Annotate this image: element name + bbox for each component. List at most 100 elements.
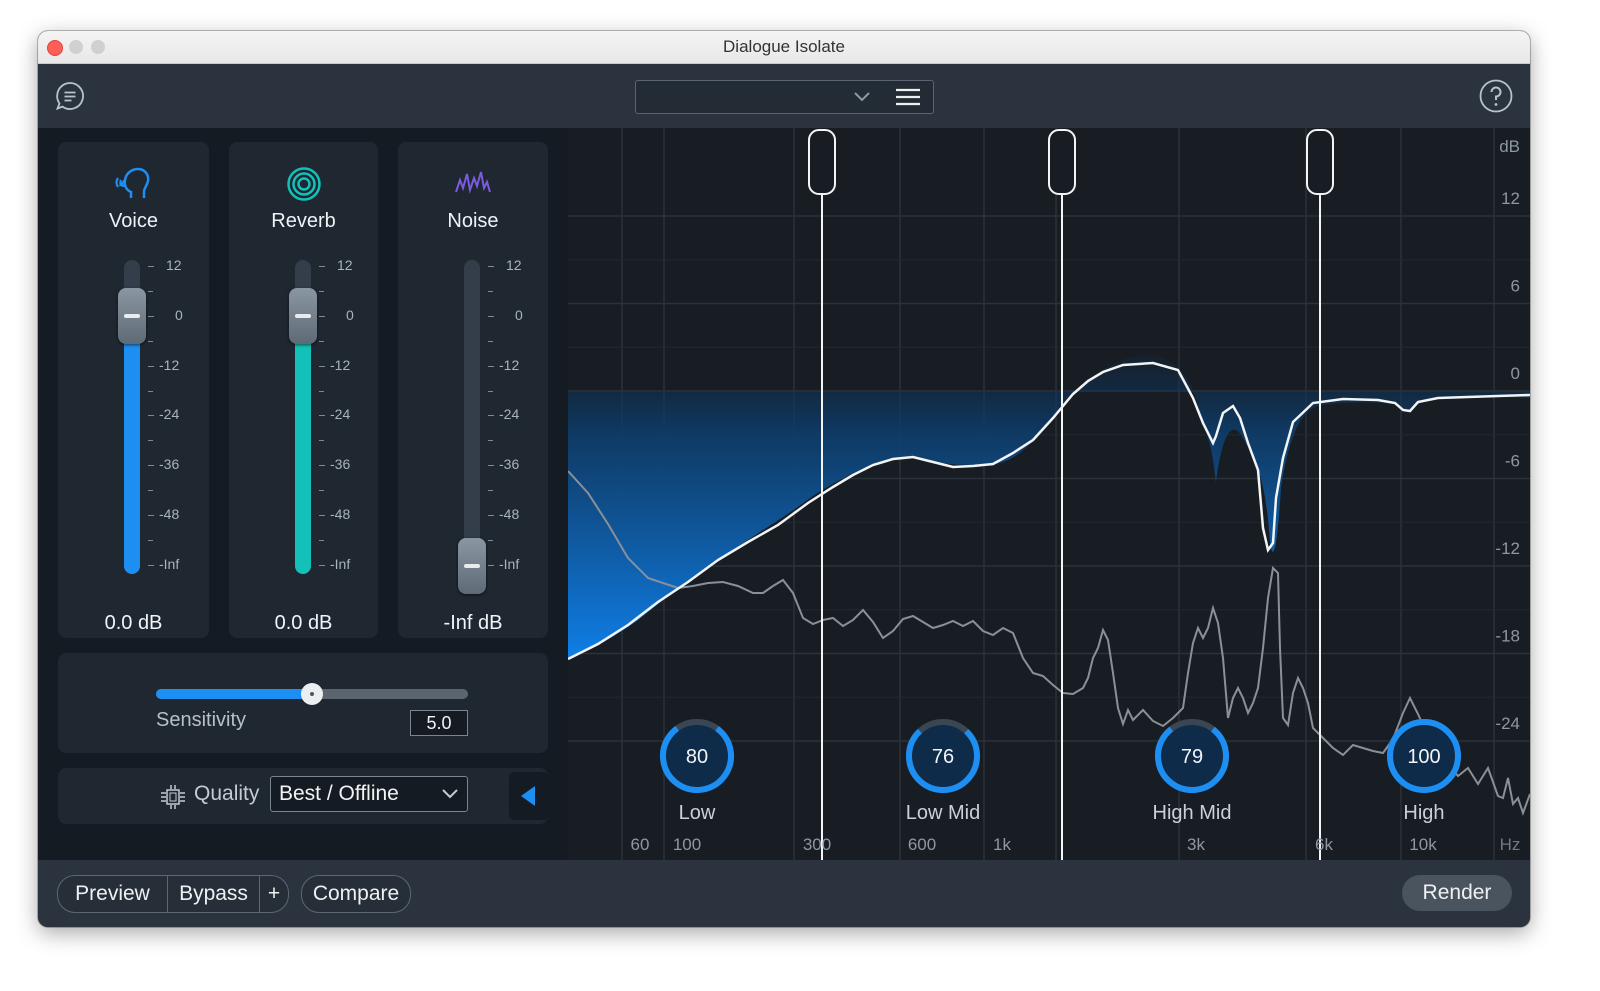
freq-unit-label: Hz (1500, 835, 1521, 854)
fader-scale-label: -12 (330, 356, 351, 373)
fader-scale-label: 0 (346, 306, 354, 323)
fader-scale-label: 12 (337, 257, 353, 273)
add-button[interactable]: + (260, 876, 288, 912)
reverb-fader-handle[interactable] (289, 288, 317, 344)
voice-head-icon (58, 166, 209, 207)
preview-button[interactable]: Preview (58, 876, 167, 912)
db-axis-label: 6 (1511, 277, 1520, 296)
fader-scale-label: -Inf (159, 555, 180, 572)
fader-scale-label: -Inf (499, 555, 520, 572)
db-axis-label: -6 (1505, 452, 1520, 471)
spectrum-display[interactable]: 80 Low 76 Low Mid 79 High Mid 100 High dB 12 6 0 -6… (568, 128, 1530, 860)
noise-label: Noise (447, 210, 499, 232)
quality-selected: Best / Offline (279, 782, 399, 805)
chip-icon (161, 785, 185, 809)
noise-value: -Inf dB (443, 612, 503, 634)
reverb-fader-track[interactable] (289, 260, 317, 574)
fader-scale-label: 0 (515, 306, 523, 323)
noise-card: Noise -Inf dB 12 0 -12 -24 -36 -48 -Inf (398, 142, 548, 638)
fader-scale-label: -36 (499, 456, 520, 473)
freq-axis-label: 300 (803, 835, 831, 854)
fader-scale-label: 0 (175, 306, 183, 323)
preset-dropdown[interactable] (635, 80, 885, 114)
band-knob-high-mid[interactable]: 79 High Mid (1144, 708, 1239, 824)
fader-scale-label: -12 (159, 356, 180, 373)
band-value: 100 (1407, 746, 1440, 768)
db-axis-label: -18 (1495, 627, 1520, 646)
title-bar: Dialogue Isolate (38, 31, 1530, 64)
compare-button[interactable]: Compare (301, 875, 411, 913)
db-axis-label: 0 (1511, 364, 1520, 383)
freq-axis-label: 3k (1187, 835, 1205, 854)
sensitivity-value-field[interactable]: 5.0 (410, 710, 468, 736)
band-name: Low Mid (906, 802, 980, 824)
noise-waves-icon (398, 166, 548, 201)
band-value: 76 (932, 746, 954, 768)
fader-scale-label: -48 (499, 506, 520, 522)
hamburger-menu-icon (896, 88, 920, 106)
crossover-handle[interactable] (1306, 129, 1334, 860)
sensitivity-panel: Sensitivity 5.0 (58, 653, 548, 753)
fader-scale-label: 12 (506, 257, 522, 273)
freq-axis-label: 6k (1315, 835, 1333, 854)
fader-scale-label: -48 (159, 506, 180, 522)
freq-axis-label: 60 (631, 835, 650, 854)
quality-label: Quality (194, 782, 260, 805)
render-button[interactable]: Render (1402, 875, 1512, 911)
collapse-panel-button[interactable] (509, 772, 549, 820)
help-icon[interactable] (1479, 79, 1513, 113)
freq-axis-label: 10k (1409, 835, 1437, 854)
band-value: 79 (1181, 746, 1203, 768)
fader-scale-label: -24 (159, 406, 180, 423)
reverb-rings-icon (229, 166, 378, 207)
reverb-card: Reverb 0.0 dB 12 0 -12 -24 -36 -48 -Inf (229, 142, 378, 638)
transport-group: Preview Bypass + (57, 875, 289, 913)
noise-fader-track[interactable] (458, 260, 486, 594)
quality-panel: Quality Best / Offline (58, 768, 549, 824)
band-knob-high[interactable]: 100 High (1387, 719, 1461, 824)
voice-label: Voice (109, 210, 158, 232)
fader-scale-label: -Inf (330, 555, 351, 572)
chevron-down-icon (854, 92, 870, 102)
fader-scale-label: -48 (330, 506, 351, 522)
bottom-bar: Preview Bypass + Compare Render (38, 860, 1530, 927)
sensitivity-label: Sensitivity (156, 709, 247, 731)
fader-scale-label: -24 (330, 406, 351, 423)
plugin-window: Dialogue Isolate Voice 0.0 dB 12 0 -12 -… (38, 31, 1530, 927)
db-axis-label: -12 (1495, 539, 1520, 558)
fader-scale-label: -12 (499, 356, 520, 373)
window-title: Dialogue Isolate (723, 37, 845, 56)
band-knob-low-mid[interactable]: 76 Low Mid (895, 708, 991, 824)
band-name: High Mid (1153, 802, 1232, 824)
sensitivity-slider[interactable] (156, 683, 468, 705)
reverb-label: Reverb (271, 210, 336, 232)
spectrum-graph: 80Low76Low Mid79High Mid100High dB1260-6… (568, 128, 1530, 860)
reverb-value: 0.0 dB (274, 612, 333, 634)
chevron-down-icon (442, 789, 458, 799)
freq-axis-label: 1k (993, 835, 1011, 854)
voice-value: 0.0 dB (104, 612, 163, 634)
top-toolbar (38, 64, 1530, 128)
voice-fader-track[interactable] (118, 260, 146, 574)
noise-fader-handle[interactable] (458, 538, 486, 594)
fader-scale-label: -36 (330, 456, 351, 473)
sensitivity-fill (156, 689, 312, 699)
voice-fader-handle[interactable] (118, 288, 146, 344)
bypass-button[interactable]: Bypass (168, 876, 259, 912)
freq-axis-label: 600 (908, 835, 936, 854)
module-controls-panel: Voice 0.0 dB 12 0 -12 -24 -36 -48 -Inf Reverb (38, 128, 568, 860)
fader-scale-label: -24 (499, 406, 520, 423)
fader-scale-label: 12 (166, 257, 182, 273)
db-unit-label: dB (1499, 137, 1520, 156)
crossover-handle[interactable] (1048, 129, 1076, 860)
sensitivity-knob[interactable] (301, 683, 323, 705)
feedback-icon[interactable] (55, 81, 85, 111)
preset-menu-button[interactable] (883, 80, 934, 114)
voice-card: Voice 0.0 dB 12 0 -12 -24 -36 -48 -Inf (58, 142, 209, 638)
fader-scale-label: -36 (159, 456, 180, 473)
freq-axis-label: 100 (673, 835, 701, 854)
band-name: Low (679, 802, 716, 824)
quality-dropdown[interactable]: Best / Offline (270, 776, 468, 812)
db-axis-label: -24 (1495, 714, 1520, 733)
band-value: 80 (686, 746, 708, 768)
